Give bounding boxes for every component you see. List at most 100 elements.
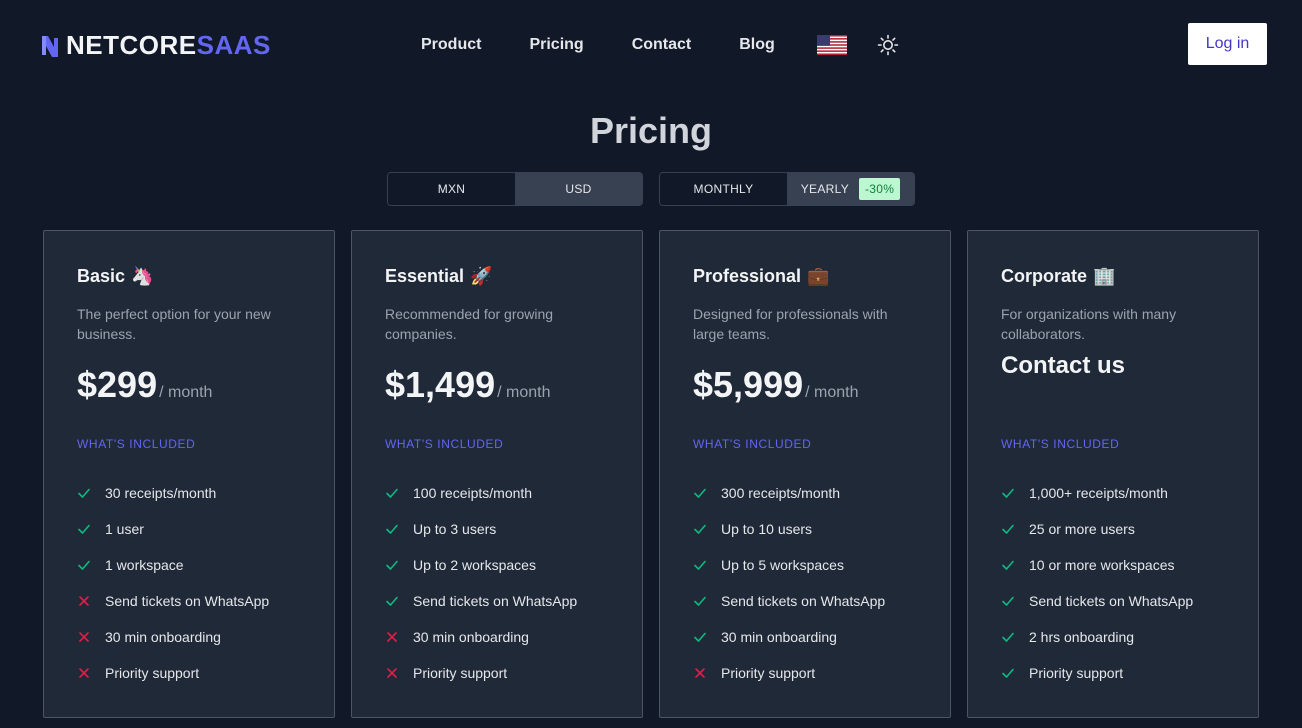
feature-item: Send tickets on WhatsApp xyxy=(693,583,885,619)
feature-item: Up to 5 workspaces xyxy=(693,547,885,583)
check-icon xyxy=(386,560,398,570)
feature-label: Priority support xyxy=(721,665,816,681)
price-row: $5,999/ month xyxy=(693,364,917,410)
us-flag-icon[interactable] xyxy=(816,35,847,55)
feature-label: 30 min onboarding xyxy=(413,629,529,645)
plan-name-text: Basic xyxy=(77,265,126,286)
check-icon xyxy=(1002,668,1014,678)
feature-item: Send tickets on WhatsApp xyxy=(77,583,269,619)
plan-name: Basic 🦄 xyxy=(77,265,301,287)
feature-item: 30 min onboarding xyxy=(693,619,885,655)
login-button[interactable]: Log in xyxy=(1188,23,1267,65)
period-option-yearly-label: YEARLY xyxy=(800,182,850,196)
feature-label: Send tickets on WhatsApp xyxy=(721,593,886,609)
check-icon xyxy=(78,560,90,570)
plan-name-text: Professional xyxy=(693,265,802,286)
included-label: WHAT'S INCLUDED xyxy=(1001,437,1120,451)
plan-price: $1,499 xyxy=(385,364,496,405)
feature-label: Priority support xyxy=(413,665,508,681)
check-icon xyxy=(694,488,706,498)
page-title: Pricing xyxy=(589,110,713,151)
cross-icon xyxy=(387,632,397,642)
feature-item: Send tickets on WhatsApp xyxy=(385,583,577,619)
check-icon xyxy=(1002,488,1014,498)
included-label: WHAT'S INCLUDED xyxy=(693,437,812,451)
feature-label: Send tickets on WhatsApp xyxy=(1029,593,1194,609)
plan-card-essential: Essential 🚀 Recommended for growing compa… xyxy=(351,230,643,718)
price-period: / month xyxy=(159,384,213,401)
logo-mark-icon xyxy=(42,35,58,57)
period-option-yearly[interactable]: YEARLY -30% xyxy=(787,173,914,205)
theme-toggle-sun-icon[interactable] xyxy=(877,34,899,56)
included-label: WHAT'S INCLUDED xyxy=(77,437,196,451)
check-icon xyxy=(386,488,398,498)
feature-item: 2 hrs onboarding xyxy=(1001,619,1193,655)
feature-label: Up to 10 users xyxy=(721,521,813,537)
feature-item: 1 workspace xyxy=(77,547,269,583)
logo-text: NETCORESAAS xyxy=(66,30,271,61)
period-option-monthly[interactable]: MONTHLY xyxy=(660,173,787,205)
check-icon xyxy=(1002,596,1014,606)
feature-label: 300 receipts/month xyxy=(721,485,841,501)
feature-label: Priority support xyxy=(105,665,200,681)
feature-item: 300 receipts/month xyxy=(693,475,885,511)
feature-label: Up to 2 workspaces xyxy=(413,557,536,573)
feature-item: Priority support xyxy=(385,655,577,691)
office-building-icon: 🏢 xyxy=(1093,265,1116,286)
briefcase-icon: 💼 xyxy=(807,265,830,286)
cross-icon xyxy=(387,668,397,678)
nav-contact[interactable]: Contact xyxy=(632,36,692,54)
feature-label: Priority support xyxy=(1029,665,1124,681)
plan-name-text: Essential xyxy=(385,265,465,286)
feature-item: Priority support xyxy=(1001,655,1193,691)
feature-label: 100 receipts/month xyxy=(413,485,533,501)
check-icon xyxy=(1002,632,1014,642)
feature-item: 1,000+ receipts/month xyxy=(1001,475,1193,511)
feature-item: 100 receipts/month xyxy=(385,475,577,511)
included-label: WHAT'S INCLUDED xyxy=(385,437,504,451)
plan-description: Designed for professionals with large te… xyxy=(693,306,888,342)
feature-label: 30 min onboarding xyxy=(721,629,837,645)
discount-badge: -30% xyxy=(859,178,901,200)
billing-period-toggle: MONTHLY YEARLY -30% xyxy=(659,172,915,206)
feature-item: 25 or more users xyxy=(1001,511,1193,547)
currency-option-usd[interactable]: USD xyxy=(515,173,642,205)
price-row: $1,499/ month xyxy=(385,364,609,410)
feature-label: 1 user xyxy=(105,521,144,537)
feature-label: 2 hrs onboarding xyxy=(1029,629,1135,645)
currency-option-mxn[interactable]: MXN xyxy=(388,173,515,205)
check-icon xyxy=(694,596,706,606)
feature-item: 30 min onboarding xyxy=(385,619,577,655)
logo-text-primary: NETCORE xyxy=(66,30,197,60)
nav-blog[interactable]: Blog xyxy=(739,36,775,54)
check-icon xyxy=(78,524,90,534)
check-icon xyxy=(1002,524,1014,534)
plan-description: For organizations with many collaborator… xyxy=(1001,306,1177,342)
check-icon xyxy=(694,524,706,534)
feature-label: 1,000+ receipts/month xyxy=(1029,485,1168,501)
currency-toggle: MXN USD xyxy=(387,172,643,206)
price-row: $299/ month xyxy=(77,364,301,410)
plan-name: Professional 💼 xyxy=(693,265,917,287)
logo-text-accent: SAAS xyxy=(196,30,271,60)
logo[interactable]: NETCORESAAS xyxy=(40,30,271,61)
nav-product[interactable]: Product xyxy=(421,36,481,54)
feature-item: 30 min onboarding xyxy=(77,619,269,655)
unicorn-icon: 🦄 xyxy=(131,265,154,286)
check-icon xyxy=(78,488,90,498)
feature-item: Priority support xyxy=(77,655,269,691)
plan-name-text: Corporate xyxy=(1001,265,1088,286)
check-icon xyxy=(386,596,398,606)
feature-item: 30 receipts/month xyxy=(77,475,269,511)
feature-list: 300 receipts/month Up to 10 users Up to 5 … xyxy=(693,475,885,691)
nav-pricing[interactable]: Pricing xyxy=(529,36,583,54)
site-header: NETCORESAAS Product Pricing Contact Blog xyxy=(0,0,1302,88)
feature-label: Up to 5 workspaces xyxy=(721,557,844,573)
cross-icon xyxy=(695,668,705,678)
plan-description: Recommended for growing companies. xyxy=(385,306,554,342)
feature-label: 1 workspace xyxy=(105,557,184,573)
feature-item: Up to 10 users xyxy=(693,511,885,547)
feature-label: Send tickets on WhatsApp xyxy=(105,593,270,609)
contact-us-label: Contact us xyxy=(1001,352,1126,379)
plan-description: The perfect option for your new business… xyxy=(77,306,271,342)
